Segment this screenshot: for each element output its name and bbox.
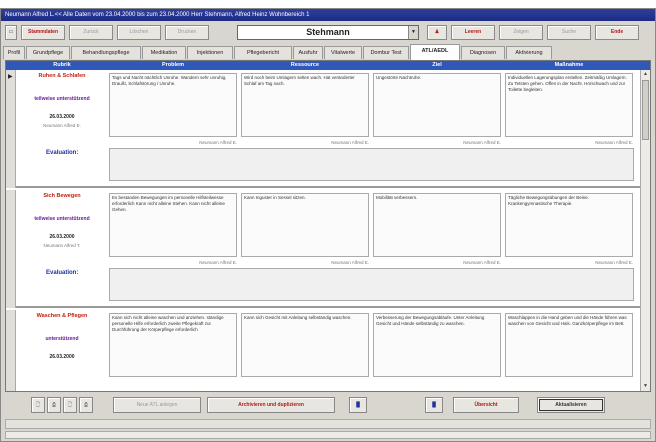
rubrik-title: Waschen & Pflegen [36,313,88,319]
chart-icon-2[interactable]: ▐▌ [425,397,443,413]
problem-field[interactable]: Tags und Nacht nächtlich Unruhe. Wandern… [109,73,237,137]
row-selector[interactable]: ▶ [6,70,16,188]
zeigen-button[interactable]: Zeigen [499,25,543,40]
tab-profil[interactable]: Profil [3,46,25,59]
tab-diagnosen[interactable]: Diagnosen [461,46,505,59]
window-title: Neumann Alfred L.<< Alle Daten vom 23.04… [1,9,655,21]
ressource-author: Neumann Alfred E. [331,140,369,145]
massnahme-field[interactable]: Tägliche Bewegungsübungen der Beine. Kra… [505,193,633,257]
tab-vitalwerte[interactable]: Vitalwerte [324,46,362,59]
tab-grundpflege[interactable]: Grundpflege [26,46,70,59]
drucken-button[interactable]: Drucken [165,25,209,40]
chart-icon[interactable]: ▐▌ [349,397,367,413]
tab-dombur-test[interactable]: Dombur Test [363,46,409,59]
tab-pflegebericht[interactable]: Pflegebericht [234,46,292,59]
column-header-rubrik[interactable]: Rubrik [16,61,108,70]
new-page-icon[interactable]: 🗋 [31,397,45,413]
ressource-field[interactable]: Kann sich Gesicht mit Anleitung selbstän… [241,313,369,377]
rubrik-status: teilweise unterstützend [34,96,90,102]
table-row[interactable]: Waschen & Pflegen unterstützend 26.03.20… [16,310,642,391]
scroll-up-icon[interactable]: ▲ [641,70,650,79]
massnahme-field[interactable]: Individuellen Lagerungsplan erstellen. Z… [505,73,633,137]
vertical-scrollbar[interactable]: ▲ ▼ [640,70,650,391]
scroll-thumb[interactable] [642,80,649,140]
tab-strip: Profil Grundpflege Behandlungspflege Med… [1,44,656,60]
tab-ausfuhr[interactable]: Ausfuhr [293,46,323,59]
rubrik-title: Ruhen & Schlafen [38,73,86,79]
evaluation-field[interactable] [109,268,634,301]
app-window: Neumann Alfred L.<< Alle Daten vom 23.04… [0,8,656,442]
problem-field[interactable]: Es bestanden Bewegungen im personelle Hi… [109,193,237,257]
massnahme-author: Neumann Alfred E. [595,140,633,145]
problem-author: Neumann Alfred E. [199,260,237,265]
rubrik-cell: Sich Bewegen teilweise unterstützend 26.… [18,193,106,248]
column-header-problem[interactable]: Problem [108,61,238,70]
ziel-author: Neumann Alfred E. [463,260,501,265]
tab-injektionen[interactable]: Injektionen [187,46,233,59]
rubrik-status: unterstützend [45,336,79,342]
massnahme-field[interactable]: Waschlappen in die Hand geben und die Hä… [505,313,633,377]
resident-select-value: Stehmann [306,27,350,37]
ziel-field[interactable]: Ungestörte Nachtruhe. [373,73,501,137]
uebersicht-button[interactable]: Übersicht [453,397,519,413]
rubrik-author: Neumann Alfred T. [43,243,81,248]
neue-atl-button[interactable]: Neue ATL anlegen [113,397,201,413]
bottom-toolbar: 🗋 ⎙ 🗋 ⎙ Neue ATL anlegen Archivieren und… [5,397,651,415]
rubrik-cell: Waschen & Pflegen unterstützend 26.03.20… [18,313,106,360]
grid-header: Rubrik Problem Ressource Ziel Maßnahme [6,61,650,70]
tab-aktivierung[interactable]: Aktivierung [506,46,552,59]
ziel-field[interactable]: Mobilität verbessern. [373,193,501,257]
rubrik-status: teilweise unterstützend [34,216,90,222]
problem-field[interactable]: Kann sich nicht alleine waschen und anzi… [109,313,237,377]
rubrik-author: Neumann Alfred E. [43,123,81,128]
rubrik-date: 26.03.2000 [49,114,75,120]
table-row[interactable]: Ruhen & Schlafen teilweise unterstützend… [16,70,642,188]
current-row-icon: ▶ [8,74,13,80]
rubrik-date: 26.03.2000 [49,234,75,240]
preview-icon[interactable]: 🗋 [63,397,77,413]
resident-select[interactable]: Stehmann ▼ [237,25,419,40]
evaluation-field[interactable] [109,148,634,181]
table-row[interactable]: Sich Bewegen teilweise unterstützend 26.… [16,190,642,308]
print-icon[interactable]: ⎙ [47,397,61,413]
rubrik-title: Sich Bewegen [43,193,81,199]
person-icon-button[interactable]: ♟ [427,25,447,40]
app-menu-icon[interactable]: ▭ [5,25,17,40]
rubrik-date: 26.03.2000 [49,354,75,360]
scroll-down-icon[interactable]: ▼ [641,382,650,391]
rubrik-cell: Ruhen & Schlafen teilweise unterstützend… [18,73,106,128]
column-header-massnahme[interactable]: Maßnahme [504,61,634,70]
column-header-ressource[interactable]: Ressource [240,61,370,70]
archivieren-duplizieren-button[interactable]: Archivieren und duplizieren [207,397,335,413]
tab-atl-aedl[interactable]: ATL/AEDL [410,44,460,60]
aktualisieren-button[interactable]: Aktualisieren [537,397,605,413]
evaluation-label: Evaluation: [46,270,79,276]
problem-author: Neumann Alfred E. [199,140,237,145]
leeren-button[interactable]: Leeren [451,25,495,40]
column-header-ziel[interactable]: Ziel [372,61,502,70]
massnahme-author: Neumann Alfred E. [595,260,633,265]
tab-medikation[interactable]: Medikation [142,46,186,59]
chevron-down-icon[interactable]: ▼ [408,26,418,39]
stammdaten-button[interactable]: Stammdaten [21,25,65,40]
toolbar: ▭ Stammdaten Zurück Löschen Drucken Steh… [5,25,653,41]
ressource-field[interactable]: Kann Inguster in Sessel sitzen. [241,193,369,257]
loeschen-button[interactable]: Löschen [117,25,161,40]
ziel-author: Neumann Alfred E. [463,140,501,145]
ende-button[interactable]: Ende [595,25,639,40]
status-bar [5,419,651,429]
tab-behandlungspflege[interactable]: Behandlungspflege [71,46,141,59]
horizontal-scrollbar[interactable] [5,431,651,439]
ressource-field[interactable]: Wird noch beim Umlagern selten wach. Hat… [241,73,369,137]
ziel-field[interactable]: Verbesserung der Bewegungsabläufe. Unter… [373,313,501,377]
zurueck-button[interactable]: Zurück [69,25,113,40]
evaluation-label: Evaluation: [46,150,79,156]
ressource-author: Neumann Alfred E. [331,260,369,265]
row-selector[interactable] [6,190,16,308]
atl-grid: Rubrik Problem Ressource Ziel Maßnahme ▶… [5,60,651,392]
print-all-icon[interactable]: ⎙ [79,397,93,413]
row-selector[interactable] [6,310,16,391]
suche-button[interactable]: Suche [547,25,591,40]
